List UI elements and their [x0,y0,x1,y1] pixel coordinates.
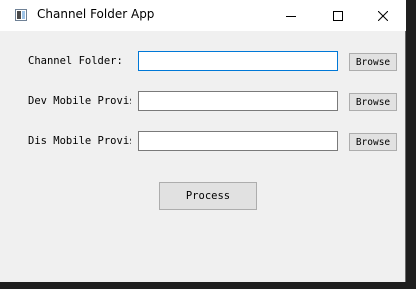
maximize-icon [333,10,343,21]
minimize-button[interactable] [268,0,314,31]
dis-mobile-provision-label: Dis Mobile Provis [28,135,131,147]
close-icon [378,10,388,21]
channel-folder-browse-button[interactable]: Browse [349,53,397,71]
app-window: Channel Folder App Channel Folder: Brows… [0,0,406,282]
window-title: Channel Folder App [37,7,155,21]
app-icon [15,9,27,21]
dev-mobile-provision-browse-button[interactable]: Browse [349,93,397,111]
channel-folder-input[interactable] [138,51,338,71]
close-button[interactable] [360,0,406,31]
dis-mobile-provision-browse-button[interactable]: Browse [349,133,397,151]
channel-folder-label: Channel Folder: [28,55,123,67]
title-bar[interactable]: Channel Folder App [0,0,406,31]
dev-mobile-provision-input[interactable] [138,91,338,111]
maximize-button[interactable] [315,0,361,31]
minimize-icon [286,15,296,17]
dev-mobile-provision-label: Dev Mobile Provis [28,95,131,107]
dis-mobile-provision-input[interactable] [138,131,338,151]
process-button[interactable]: Process [159,182,257,210]
